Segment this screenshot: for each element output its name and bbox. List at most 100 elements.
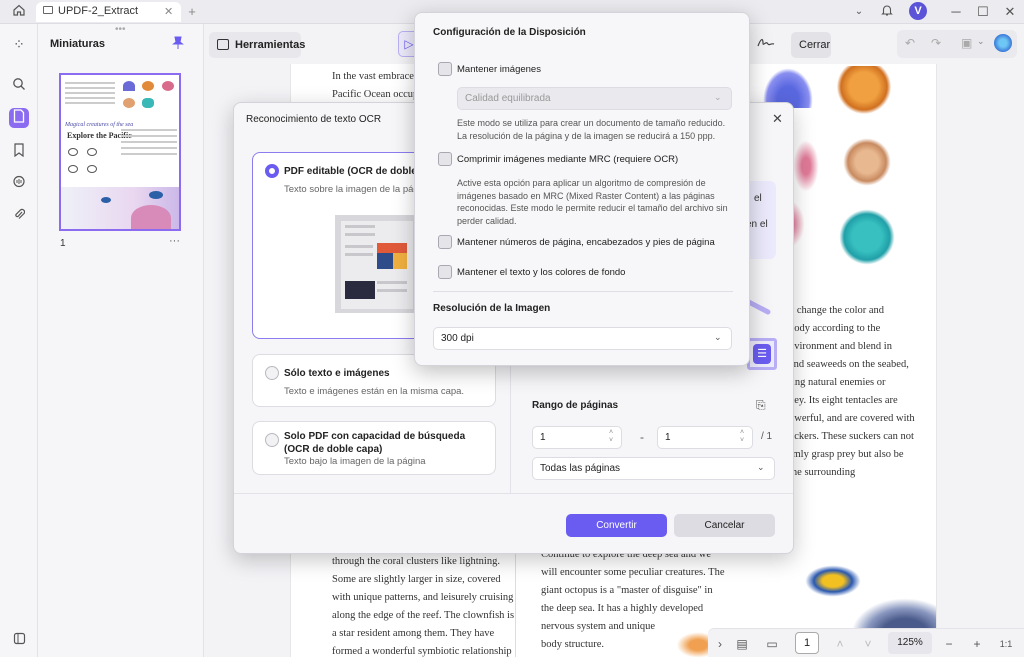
settings-sliders-icon[interactable]: ☰ bbox=[753, 344, 771, 364]
keep-images-description: Este modo se utiliza para crear un docum… bbox=[457, 118, 726, 141]
layers-icon[interactable] bbox=[9, 630, 29, 650]
option-title: Solo PDF con capacidad de búsqueda (OCR … bbox=[284, 431, 466, 455]
fit-page-icon[interactable]: 1:1 bbox=[998, 636, 1014, 652]
coral-image bbox=[839, 206, 895, 268]
status-bar: › ▤ ▭ 1 ˄ ˅ 125% − + 1:1 bbox=[708, 628, 1024, 657]
history-group: ↶ ↷ ▣ ⌄ bbox=[897, 30, 1017, 58]
page-input[interactable]: 1 bbox=[795, 632, 819, 654]
keep-images-checkbox[interactable] bbox=[438, 62, 452, 76]
close-icon[interactable]: ✕ bbox=[772, 111, 783, 127]
column-divider bbox=[515, 554, 516, 657]
bookmark-icon[interactable] bbox=[9, 142, 29, 162]
doc-line: y change the color and bbox=[789, 305, 885, 316]
doc-line: formed a wonderful symbiotic relationshi… bbox=[332, 646, 512, 657]
doc-line: In the vast embrace of bbox=[332, 71, 426, 82]
new-tab-icon[interactable]: + bbox=[183, 3, 201, 21]
to-page-value: 1 bbox=[665, 432, 671, 443]
next-page-icon[interactable]: ˅ bbox=[860, 636, 876, 652]
to-page-input[interactable]: 1 ˄ ˅ bbox=[657, 426, 753, 449]
thumbnails-icon[interactable] bbox=[9, 108, 29, 128]
doc-line: nvironment and blend in bbox=[789, 341, 892, 352]
undo-icon[interactable]: ↶ bbox=[905, 36, 915, 50]
document-tab[interactable]: UPDF-2_Extract ✕ bbox=[36, 2, 181, 22]
thumb-text-block-2 bbox=[121, 125, 177, 185]
page-thumbnail[interactable]: Magical creatures of the sea Explore the… bbox=[59, 73, 181, 231]
layout-settings-popup: Configuración de la Disposición Mantener… bbox=[414, 12, 750, 366]
redo-icon[interactable]: ↷ bbox=[931, 36, 941, 50]
attachment-icon[interactable] bbox=[9, 206, 29, 226]
previous-page-icon[interactable]: ˄ bbox=[832, 636, 848, 652]
page-range-label: Rango de páginas bbox=[532, 400, 619, 411]
grid-icon[interactable]: ⁘ bbox=[9, 34, 29, 54]
option-searchable-pdf[interactable]: Solo PDF con capacidad de búsqueda (OCR … bbox=[252, 421, 496, 475]
close-tools-label: Cerrar bbox=[799, 39, 831, 51]
close-window-icon[interactable]: ✕ bbox=[1001, 3, 1019, 21]
thumb-coral-row bbox=[121, 79, 177, 108]
ai-assistant-icon[interactable] bbox=[994, 34, 1012, 52]
radio-editable-pdf[interactable] bbox=[265, 164, 279, 178]
chevron-down-icon: ⌄ bbox=[714, 332, 722, 342]
save-menu-chevron-icon[interactable]: ⌄ bbox=[977, 36, 985, 47]
zoom-level[interactable]: 125% bbox=[888, 632, 932, 654]
doc-bottom-left-text: through the coral clusters like lightnin… bbox=[332, 553, 514, 657]
ocr-illustration bbox=[335, 215, 415, 313]
home-icon[interactable] bbox=[10, 3, 28, 21]
document-tab-label: UPDF-2_Extract bbox=[58, 5, 139, 17]
doc-line: the deep sea. It has a highly developed bbox=[541, 603, 704, 614]
avatar[interactable]: V bbox=[909, 2, 927, 20]
stepper-icon[interactable]: ˄ ˅ bbox=[609, 429, 613, 445]
cancel-button[interactable]: Cancelar bbox=[674, 514, 775, 537]
coral-image bbox=[791, 136, 821, 196]
chevron-down-icon[interactable]: ⌄ bbox=[850, 3, 868, 21]
maximize-icon[interactable]: ☐ bbox=[974, 3, 992, 21]
convert-button[interactable]: Convertir bbox=[566, 514, 667, 537]
thumb-text-block bbox=[65, 79, 115, 119]
close-tab-icon[interactable]: ✕ bbox=[164, 5, 173, 18]
from-page-input[interactable]: 1 ˄ ˅ bbox=[532, 426, 622, 449]
more-options-icon[interactable]: ··· bbox=[169, 235, 180, 247]
pin-icon[interactable] bbox=[172, 36, 184, 53]
zoom-in-icon[interactable]: + bbox=[969, 636, 985, 652]
collapse-icon[interactable]: › bbox=[712, 636, 728, 652]
doc-line: body according to the bbox=[789, 323, 881, 334]
from-page-value: 1 bbox=[540, 432, 546, 443]
doc-line: along the edge of the reef. The clownfis… bbox=[332, 610, 515, 621]
left-rail: ⁘ bbox=[0, 24, 38, 657]
chevron-down-icon: ⌄ bbox=[757, 462, 765, 472]
quality-select[interactable]: Calidad equilibrada ⌄ bbox=[457, 87, 732, 110]
quality-select-value: Calidad equilibrada bbox=[465, 93, 551, 104]
resolution-select[interactable]: 300 dpi ⌄ bbox=[433, 327, 732, 350]
option-subtitle: Texto e imágenes están en la misma capa. bbox=[284, 386, 465, 397]
bell-icon[interactable] bbox=[878, 3, 896, 21]
chevron-down-icon: ⌄ bbox=[714, 92, 722, 102]
close-tools-button[interactable]: Cerrar bbox=[791, 32, 831, 58]
minimize-icon[interactable]: ─ bbox=[947, 3, 965, 21]
toolbox-icon bbox=[217, 39, 229, 50]
keep-page-numbers-checkbox[interactable] bbox=[438, 235, 452, 249]
doc-line: rmly grasp prey but also be bbox=[789, 449, 904, 460]
thumb-icon-grid bbox=[65, 145, 115, 185]
doc-line: Some are slightly larger in size, covere… bbox=[332, 574, 501, 585]
doc-line: with unique patterns, and leisurely crui… bbox=[332, 592, 514, 603]
search-icon[interactable] bbox=[9, 76, 29, 96]
zoom-out-icon[interactable]: − bbox=[941, 636, 957, 652]
signature-icon[interactable] bbox=[757, 36, 775, 53]
page-layout-icon[interactable]: ▤ bbox=[734, 636, 750, 652]
drag-handle[interactable]: ••• bbox=[115, 24, 126, 35]
pages-select[interactable]: Todas las páginas ⌄ bbox=[532, 457, 775, 480]
save-icon[interactable]: ▣ bbox=[961, 36, 972, 50]
keep-page-numbers-label: Mantener números de página, encabezados … bbox=[457, 237, 715, 248]
comment-icon[interactable] bbox=[9, 174, 29, 194]
range-dash: - bbox=[640, 430, 644, 444]
stepper-icon[interactable]: ˄ ˅ bbox=[740, 429, 744, 445]
tools-button[interactable]: Herramientas bbox=[209, 32, 305, 58]
presentation-icon[interactable]: ▭ bbox=[764, 636, 780, 652]
radio-text-images[interactable] bbox=[265, 366, 279, 380]
ocr-dialog-title: Reconocimiento de texto OCR bbox=[246, 114, 382, 125]
compress-mrc-checkbox[interactable] bbox=[438, 152, 452, 166]
thumb-reef-image bbox=[61, 187, 179, 229]
keep-colors-checkbox[interactable] bbox=[438, 265, 452, 279]
fish-image bbox=[803, 564, 863, 598]
page-range-icon[interactable]: ⎘ bbox=[756, 398, 766, 413]
radio-searchable-pdf[interactable] bbox=[265, 433, 279, 447]
